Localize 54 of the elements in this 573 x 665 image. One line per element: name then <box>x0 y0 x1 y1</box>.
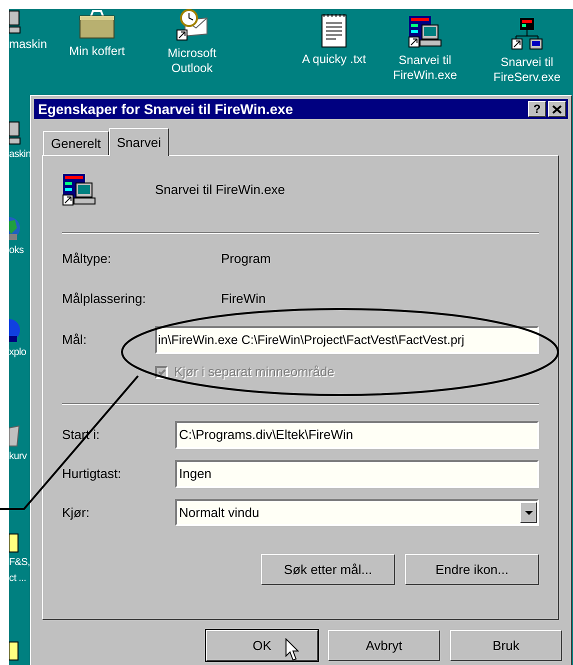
info-label: Målplassering: <box>62 290 147 308</box>
desktop-icon-label[interactable]: F&S, <box>9 556 30 570</box>
dropdown-arrow-icon <box>524 510 532 514</box>
shortcut-name: Snarvei til FireWin.exe <box>155 181 286 200</box>
desktop-icon-label[interactable]: Outlook <box>171 61 213 76</box>
field-label: Kjør: <box>62 504 90 522</box>
program-computer-icon <box>62 173 96 207</box>
window-title: Egenskaper for Snarvei til FireWin.exe <box>38 100 294 119</box>
checkbox-label: Kjør i separat minneområde <box>174 363 334 382</box>
desktop-icon-label[interactable]: maskin <box>9 37 48 51</box>
desktop-icon-label[interactable]: FireWin.exe <box>392 68 457 83</box>
info-value: FireWin <box>221 290 266 308</box>
desktop-icon-label[interactable]: A quicky .txt <box>302 52 366 67</box>
globe-icon <box>9 316 21 344</box>
mouse-cursor-icon <box>285 638 299 662</box>
desktop-icon-label[interactable]: FireServ.exe <box>493 70 561 85</box>
desktop-icon-label[interactable]: askin <box>9 148 31 162</box>
notepad-icon <box>320 12 348 48</box>
dialog-button[interactable]: OK <box>206 630 318 661</box>
network-computer-icon <box>510 17 544 51</box>
dialog-button[interactable]: Endre ikon... <box>405 554 539 585</box>
tab[interactable]: Snarvei <box>108 128 169 156</box>
desktop-icon-label[interactable]: Min koffert <box>69 44 125 59</box>
field-label: Hurtigtast: <box>62 465 122 484</box>
dialog-button[interactable]: Bruk <box>450 630 562 661</box>
target-field[interactable]: in\FireWin.exe C:\FireWin\Project\FactVest\FactVest.prj <box>155 326 539 354</box>
desktop-icon-label[interactable]: Snarvei til <box>398 53 452 68</box>
dialog-button[interactable]: Avbryt <box>328 630 440 661</box>
mail-clock-icon <box>175 8 209 42</box>
desktop-icon-label[interactable]: xplo <box>9 346 26 360</box>
folder-icon <box>9 532 19 554</box>
folder-icon <box>9 640 19 662</box>
close-icon <box>552 104 562 114</box>
input-field[interactable]: C:\Programs.div\Eltek\FireWin <box>175 421 539 449</box>
computer-icon <box>9 120 21 146</box>
briefcase-icon <box>79 10 115 40</box>
desktop-icon-label[interactable]: oks <box>9 244 24 258</box>
info-label: Måltype: <box>62 250 112 268</box>
dialog-button[interactable]: Søk etter mål... <box>261 554 395 585</box>
dropdown[interactable]: Normalt vindu <box>175 499 539 526</box>
desktop-icon-label[interactable]: kurv <box>9 450 27 464</box>
globe-icon <box>9 216 21 242</box>
tab[interactable]: Generelt <box>43 131 109 155</box>
desktop-icon-label[interactable]: ct ... <box>9 572 26 586</box>
input-field[interactable]: Ingen <box>175 460 539 488</box>
help-button[interactable]: ? <box>528 101 546 117</box>
target-label: Mål: <box>62 331 88 350</box>
check-icon <box>158 368 166 376</box>
info-value: Program <box>221 250 271 268</box>
desktop-icon-label[interactable]: Microsoft <box>168 46 216 61</box>
computer-icon <box>9 9 21 35</box>
close-button[interactable] <box>548 101 566 117</box>
program-computer-icon <box>408 15 442 49</box>
desktop-icon-label[interactable]: Snarvei til <box>500 55 554 70</box>
